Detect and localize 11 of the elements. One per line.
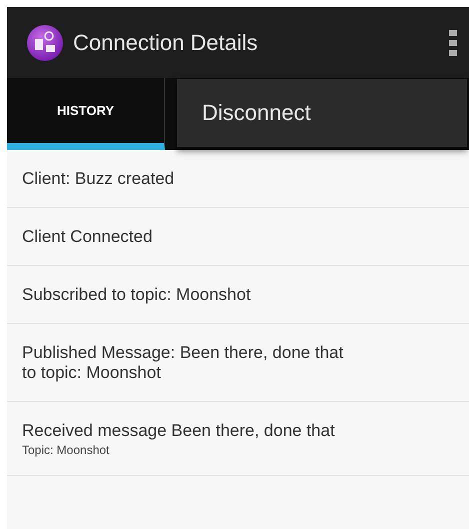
history-entry: Subscribed to topic: Moonshot [22, 285, 252, 305]
history-entry: Received message Been there, done that [22, 421, 336, 441]
history-entry: Client: Buzz created [22, 169, 176, 189]
history-entry: Client Connected [22, 227, 154, 247]
app-logo-icon [27, 24, 63, 60]
overflow-menu-icon[interactable] [449, 30, 457, 56]
entry-subtitle: Topic: Moonshot [22, 443, 110, 457]
history-tab[interactable]: HISTORY [7, 78, 165, 150]
screen-title: Connection Details [73, 30, 259, 56]
history-entry: Published Message: Been there, done that to topic: Moonshot [22, 343, 344, 383]
menu-item[interactable]: Disconnect [177, 100, 311, 126]
